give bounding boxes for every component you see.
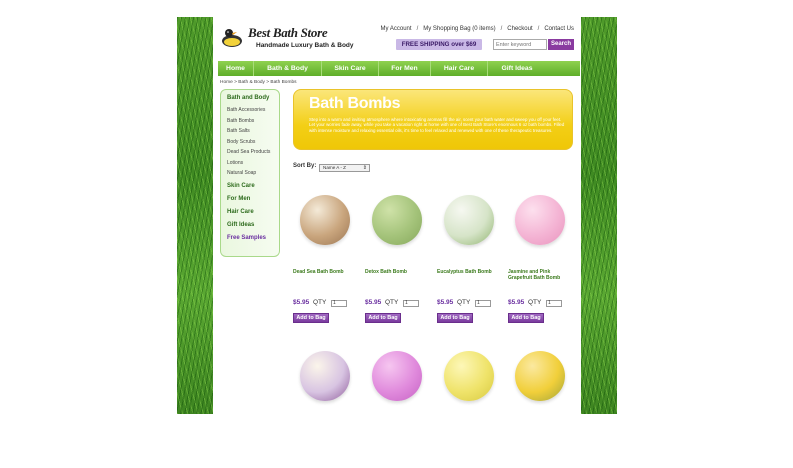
qty-input[interactable]: 1 <box>403 300 419 307</box>
product-price: $5.95 <box>365 299 382 306</box>
nav-home[interactable]: Home <box>218 61 254 76</box>
my-account-link[interactable]: My Account <box>381 26 412 32</box>
sort-selected-value: Name A - Z <box>323 165 346 170</box>
link-separator: / <box>416 26 419 32</box>
product-price: $5.95 <box>437 299 454 306</box>
main-nav: Home Bath & Body Skin Care For Men Hair … <box>218 61 580 76</box>
sidebar-section-for-men[interactable]: For Men <box>227 196 279 202</box>
category-banner: Bath Bombs Step into a warm and inviting… <box>293 89 573 150</box>
add-to-bag-button[interactable]: Add to Bag <box>437 313 473 323</box>
qty-label: QTY <box>385 299 399 306</box>
qty-label: QTY <box>457 299 471 306</box>
search-input[interactable] <box>493 39 547 50</box>
product-image[interactable] <box>372 195 422 245</box>
checkout-link[interactable]: Checkout <box>507 26 532 32</box>
chevron-down-icon: ⇕ <box>362 165 367 171</box>
nav-for-men[interactable]: For Men <box>379 61 431 76</box>
sidebar-section-bath-body[interactable]: Bath and Body <box>227 95 279 101</box>
product-price: $5.95 <box>293 299 310 306</box>
free-shipping-banner[interactable]: FREE SHIPPING over $69 <box>396 39 482 50</box>
breadcrumb[interactable]: Home > Bath & Body > Bath Bombs <box>220 80 297 85</box>
link-separator: / <box>537 26 540 32</box>
sort-select[interactable]: Name A - Z ⇕ <box>319 164 370 172</box>
product-name[interactable]: Jasmine and Pink Grapefruit Bath Bomb <box>508 269 574 281</box>
add-to-bag-button[interactable]: Add to Bag <box>508 313 544 323</box>
sidebar-item-bath-accessories[interactable]: Bath Accessories <box>227 107 279 113</box>
logo-name: Best Bath Store <box>248 25 328 40</box>
product-name[interactable]: Eucalyptus Bath Bomb <box>437 269 503 275</box>
category-sidebar: Bath and Body Bath Accessories Bath Bomb… <box>220 89 280 257</box>
sidebar-item-body-scrubs[interactable]: Body Scrubs <box>227 139 279 145</box>
top-links: My Account / My Shopping Bag (0 items) / Che… <box>381 26 574 32</box>
product-name[interactable]: Detox Bath Bomb <box>365 269 431 275</box>
product-price: $5.95 <box>508 299 525 306</box>
category-title: Bath Bombs <box>309 95 401 112</box>
product-image[interactable] <box>372 351 422 401</box>
sidebar-section-gift-ideas[interactable]: Gift Ideas <box>227 222 279 228</box>
nav-skin-care[interactable]: Skin Care <box>322 61 379 76</box>
store-page: Best Bath Store Handmade Luxury Bath & B… <box>213 17 581 414</box>
contact-us-link[interactable]: Contact Us <box>544 26 574 32</box>
grass-background-right <box>581 17 617 414</box>
product-image[interactable] <box>515 351 565 401</box>
qty-label: QTY <box>528 299 542 306</box>
product-name[interactable]: Dead Sea Bath Bomb <box>293 269 359 275</box>
sidebar-item-natural-soap[interactable]: Natural Soap <box>227 170 279 176</box>
product-image[interactable] <box>515 195 565 245</box>
logo-tagline: Handmade Luxury Bath & Body <box>256 42 354 49</box>
store-logo[interactable]: Best Bath Store Handmade Luxury Bath & B… <box>220 24 354 54</box>
page-canvas: Best Bath Store Handmade Luxury Bath & B… <box>0 0 793 468</box>
nav-gift-ideas[interactable]: Gift Ideas <box>488 61 546 76</box>
category-description: Step into a warm and inviting atmosphere… <box>309 117 565 133</box>
sidebar-item-lotions[interactable]: Lotions <box>227 160 279 166</box>
sidebar-item-dead-sea-products[interactable]: Dead Sea Products <box>227 149 279 155</box>
nav-hair-care[interactable]: Hair Care <box>431 61 488 76</box>
sidebar-item-bath-bombs[interactable]: Bath Bombs <box>227 118 279 124</box>
qty-input[interactable]: 1 <box>475 300 491 307</box>
search-button[interactable]: Search <box>548 39 574 50</box>
grass-background-left <box>177 17 213 414</box>
duck-logo-icon <box>222 29 242 47</box>
add-to-bag-button[interactable]: Add to Bag <box>293 313 329 323</box>
qty-input[interactable]: 1 <box>546 300 562 307</box>
product-image[interactable] <box>300 195 350 245</box>
link-separator: / <box>500 26 503 32</box>
qty-input[interactable]: 1 <box>331 300 347 307</box>
shopping-bag-link[interactable]: My Shopping Bag (0 items) <box>423 26 495 32</box>
sort-label: Sort By: <box>293 163 317 169</box>
qty-label: QTY <box>313 299 327 306</box>
product-image[interactable] <box>444 351 494 401</box>
sidebar-item-bath-salts[interactable]: Bath Salts <box>227 128 279 134</box>
add-to-bag-button[interactable]: Add to Bag <box>365 313 401 323</box>
nav-bath-body[interactable]: Bath & Body <box>254 61 322 76</box>
product-image[interactable] <box>444 195 494 245</box>
product-image[interactable] <box>300 351 350 401</box>
sidebar-section-free-samples[interactable]: Free Samples <box>227 235 279 241</box>
sidebar-section-hair-care[interactable]: Hair Care <box>227 209 279 215</box>
sidebar-section-skin-care[interactable]: Skin Care <box>227 183 279 189</box>
